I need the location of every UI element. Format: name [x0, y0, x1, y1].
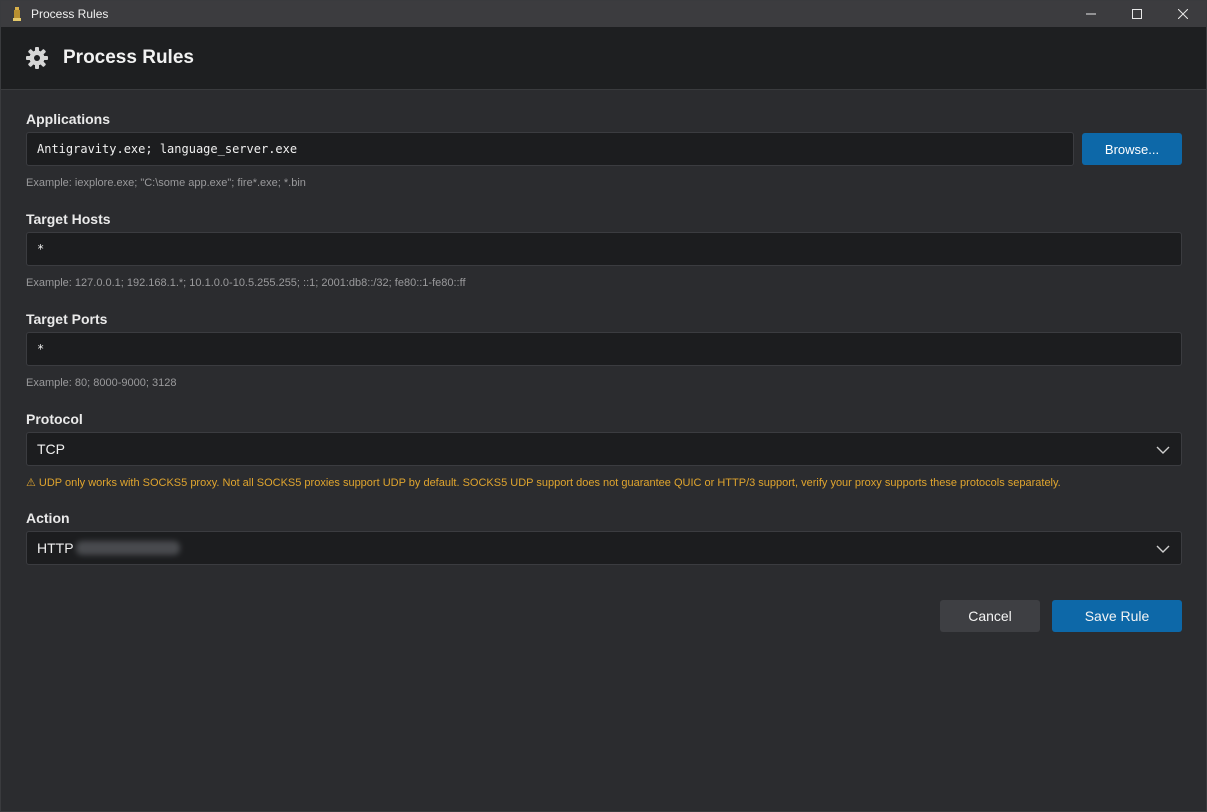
action-select[interactable]: HTTP	[26, 531, 1182, 565]
target-hosts-hint: Example: 127.0.0.1; 192.168.1.*; 10.1.0.…	[26, 277, 466, 289]
chevron-down-icon	[1156, 545, 1170, 553]
minimize-button[interactable]	[1068, 1, 1114, 27]
applications-label: Applications	[26, 111, 111, 127]
applications-hint: Example: iexplore.exe; "C:\some app.exe"…	[26, 177, 306, 189]
target-hosts-value: *	[37, 242, 45, 256]
dialog-header: Process Rules	[1, 27, 1206, 90]
window-controls	[1068, 1, 1206, 27]
target-hosts-input[interactable]: *	[26, 232, 1182, 266]
gear-icon	[25, 46, 49, 70]
applications-value: Antigravity.exe; language_server.exe	[37, 142, 298, 156]
browse-button[interactable]: Browse...	[1082, 133, 1182, 165]
target-ports-input[interactable]: *	[26, 332, 1182, 366]
close-button[interactable]	[1160, 1, 1206, 27]
target-ports-hint: Example: 80; 8000-9000; 3128	[26, 377, 177, 389]
protocol-select[interactable]: TCP	[26, 432, 1182, 466]
target-ports-label: Target Ports	[26, 311, 108, 327]
close-icon	[1178, 9, 1188, 19]
action-label: Action	[26, 510, 70, 526]
chevron-down-icon	[1156, 446, 1170, 454]
protocol-label: Protocol	[26, 411, 83, 427]
process-rules-window: Process Rules Process Rules Applications…	[0, 0, 1207, 812]
minimize-icon	[1086, 13, 1096, 15]
cancel-button[interactable]: Cancel	[940, 600, 1040, 632]
udp-warning: ⚠ UDP only works with SOCKS5 proxy. Not …	[26, 477, 1061, 489]
target-ports-value: *	[37, 342, 45, 356]
action-selected: HTTP	[37, 540, 74, 556]
protocol-selected: TCP	[37, 441, 65, 457]
maximize-button[interactable]	[1114, 1, 1160, 27]
redacted-proxy-address	[75, 541, 180, 555]
page-title: Process Rules	[63, 47, 194, 68]
applications-input[interactable]: Antigravity.exe; language_server.exe	[26, 132, 1074, 166]
title-bar: Process Rules	[1, 1, 1206, 27]
save-rule-button[interactable]: Save Rule	[1052, 600, 1182, 632]
target-hosts-label: Target Hosts	[26, 211, 111, 227]
app-icon	[11, 7, 23, 21]
maximize-icon	[1132, 9, 1142, 19]
window-title: Process Rules	[31, 7, 109, 21]
